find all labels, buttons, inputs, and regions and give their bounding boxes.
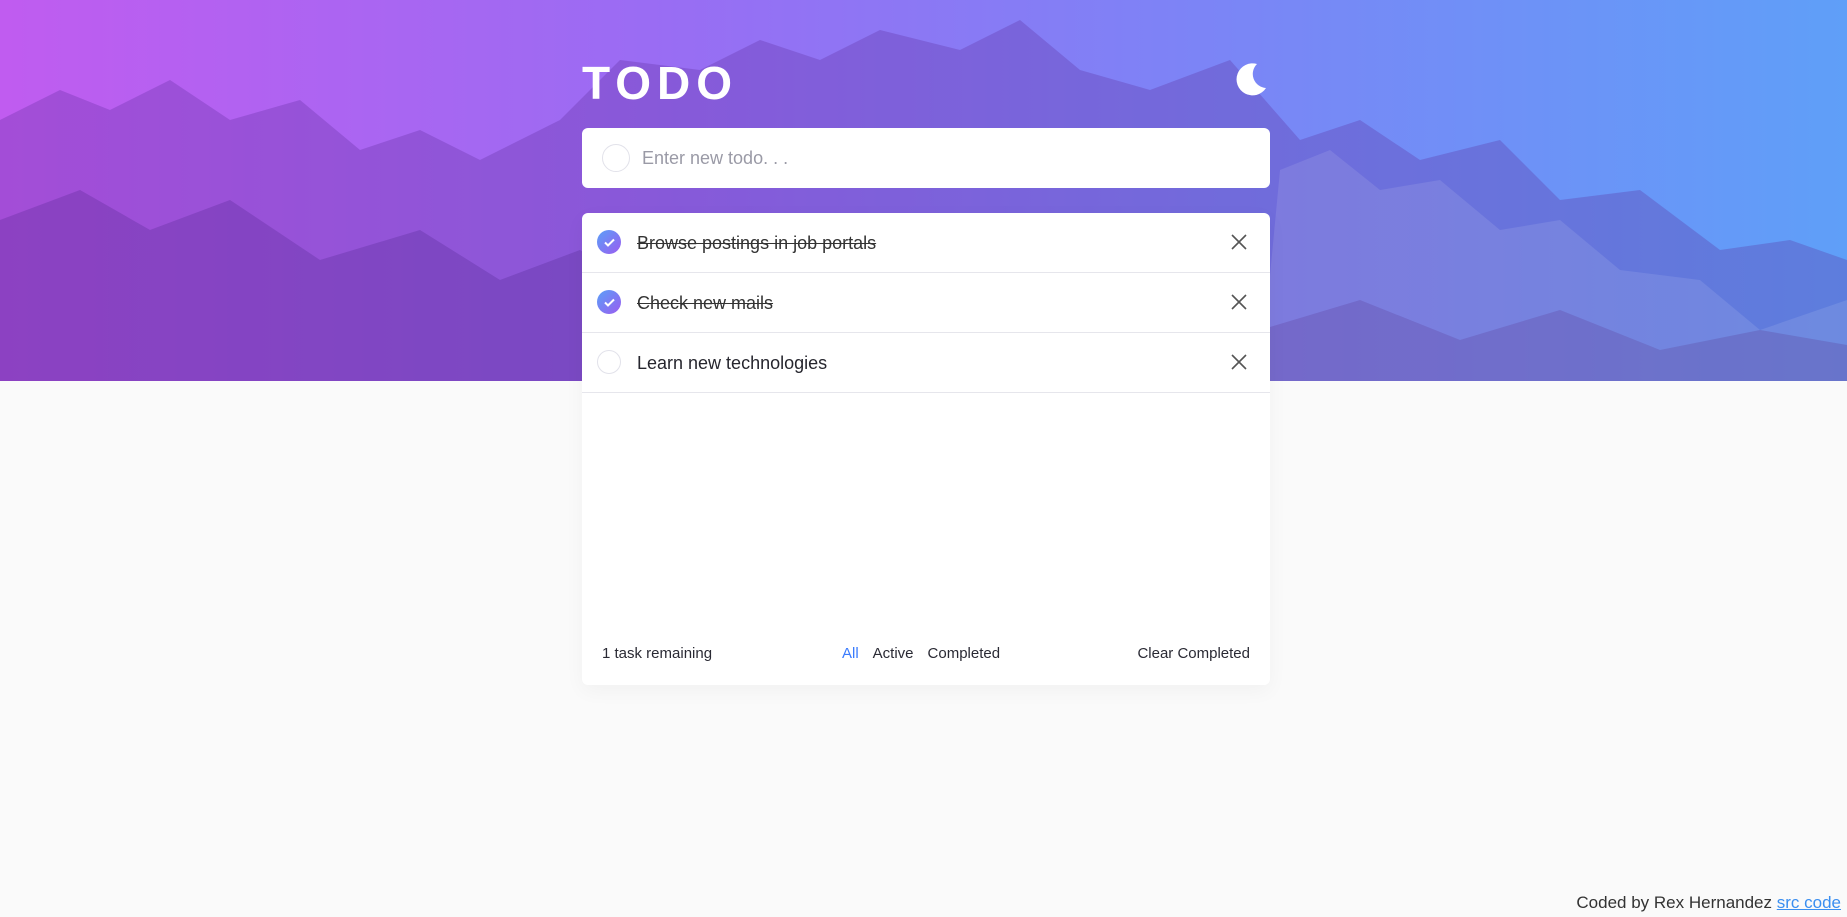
src-code-link[interactable]: src code — [1777, 893, 1841, 912]
tasks-remaining: 1 task remaining — [602, 645, 713, 662]
app-header: TODO — [582, 52, 1270, 112]
todo-item: Learn new technologies — [582, 333, 1270, 393]
credit-text: Coded by Rex Hernandez — [1576, 893, 1773, 912]
todo-text: Learn new technologies — [637, 353, 828, 373]
close-icon[interactable] — [1230, 233, 1248, 251]
new-todo-input[interactable] — [642, 147, 1202, 169]
filter-all[interactable]: All — [842, 645, 859, 662]
todo-text: Browse postings in job portals — [637, 233, 877, 253]
checkmark-icon — [603, 298, 615, 307]
todo-text: Check new mails — [637, 293, 774, 313]
filter-completed[interactable]: Completed — [928, 645, 1001, 662]
filter-group: All Active Completed — [842, 645, 1000, 662]
list-footer: 1 task remaining All Active Completed Cl… — [582, 625, 1270, 685]
new-todo-circle — [602, 144, 630, 172]
todo-checkbox-checked[interactable] — [597, 290, 621, 314]
close-icon[interactable] — [1230, 293, 1248, 311]
app-title: TODO — [582, 57, 739, 109]
checkmark-icon — [603, 238, 615, 247]
moon-icon[interactable] — [1232, 60, 1270, 98]
filter-active[interactable]: Active — [873, 645, 914, 662]
close-icon[interactable] — [1230, 353, 1248, 371]
todo-item: Check new mails — [582, 273, 1270, 333]
credit: Coded by Rex Hernandez src code — [1576, 893, 1841, 913]
todo-item: Browse postings in job portals — [582, 213, 1270, 273]
todo-checkbox[interactable] — [597, 350, 621, 374]
new-todo-bar — [582, 128, 1270, 188]
todo-list: Browse postings in job portals Check new… — [582, 213, 1270, 685]
todo-checkbox-checked[interactable] — [597, 230, 621, 254]
clear-completed-button[interactable]: Clear Completed — [1137, 645, 1250, 662]
